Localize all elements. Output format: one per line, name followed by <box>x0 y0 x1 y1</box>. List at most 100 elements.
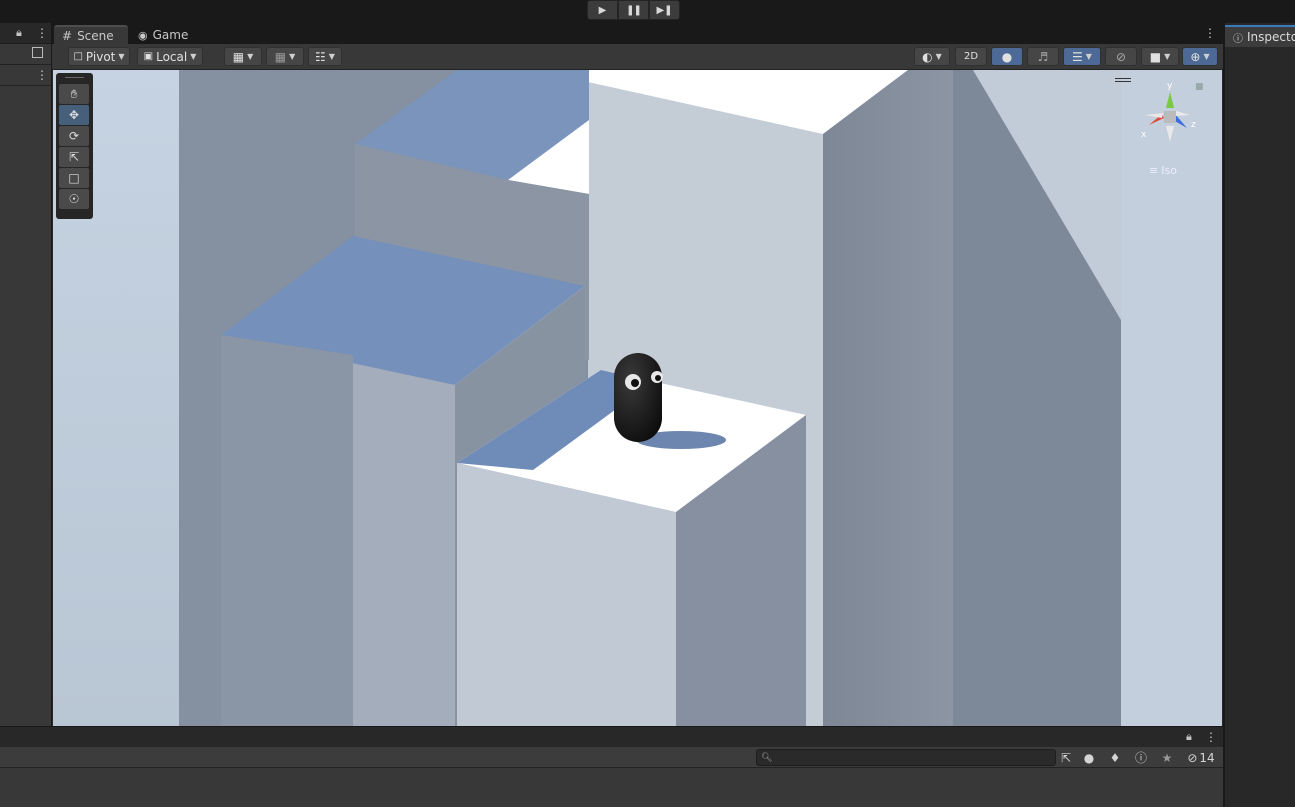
hand-icon: ✋︎ <box>70 86 78 101</box>
move-tool-button[interactable]: ✥ <box>59 105 89 125</box>
chevron-down-icon: ▼ <box>1164 52 1171 61</box>
speaker-icon: ♬ <box>1037 49 1049 64</box>
tab-scene-label: Scene <box>77 29 114 43</box>
character-body <box>614 353 662 442</box>
chevron-down-icon: ▼ <box>1085 52 1092 61</box>
sphere-icon: ◐ <box>922 49 933 64</box>
orientation-gizmo[interactable]: y z x ■ ≡ Iso <box>1135 80 1205 180</box>
pivot-label: Pivot <box>85 49 116 64</box>
step-icon: ▶❚ <box>656 4 673 16</box>
pivot-icon: □ <box>73 51 83 62</box>
camera-icon: ■ <box>1149 49 1162 64</box>
chevron-down-icon: ▼ <box>935 52 942 61</box>
z-axis-label: z <box>1191 120 1196 130</box>
transform-tool-button[interactable]: ☉ <box>59 189 89 209</box>
shading-mode-dropdown[interactable]: ◐ ▼ <box>914 47 950 66</box>
chevron-down-icon: ▼ <box>289 52 296 61</box>
filter-by-type-icon[interactable]: ● <box>1080 749 1098 766</box>
grid-snap-icon: ▦ <box>232 49 245 64</box>
scene-tab-bar: # Scene ◉ Game ⋮ <box>52 23 1223 45</box>
scene-panel: # Scene ◉ Game ⋮ □ Pivot ▼ ▣ Local ▼ ▦ ▼… <box>52 23 1223 726</box>
ruler-icon: ☷ <box>315 49 326 64</box>
warning-filter-icon[interactable]: ⓘ <box>1132 749 1150 766</box>
search-input[interactable]: 🔍︎ <box>756 749 1056 766</box>
lock-icon[interactable]: 🔒︎ <box>16 26 22 40</box>
local-dropdown[interactable]: ▣ Local ▼ <box>137 47 203 66</box>
scene-toolbar: □ Pivot ▼ ▣ Local ▼ ▦ ▼ ▦ ▼ ☷ ▼ ◐ ▼ 2D ●… <box>52 44 1223 70</box>
mode-2d-toggle[interactable]: 2D <box>955 47 987 66</box>
move-icon: ✥ <box>68 108 80 122</box>
hierarchy-row: ⋮ <box>0 65 51 86</box>
hidden-items-toggle[interactable]: ⊘ 14 <box>1183 749 1219 766</box>
step-button[interactable]: ▶❚ <box>649 0 680 20</box>
kebab-menu-icon[interactable]: ⋮ <box>1205 730 1217 744</box>
lock-icon[interactable]: 🔒︎ <box>1186 730 1192 744</box>
play-controls: ▶ ❚❚ ▶❚ <box>587 0 680 20</box>
hand-tool-button[interactable]: ✋︎ <box>59 84 89 104</box>
scene-visibility-toggle[interactable]: ⊘ <box>1105 47 1137 66</box>
scale-icon: ⇱ <box>68 150 80 164</box>
inspector-panel: ⓘ Inspecto <box>1223 23 1295 807</box>
gamepad-icon: ◉ <box>138 28 148 42</box>
rect-tool-button[interactable]: □ <box>59 168 89 188</box>
menu-icon: ≡ <box>1149 164 1159 177</box>
audio-toggle[interactable]: ♬ <box>1027 47 1059 66</box>
favorite-icon[interactable]: ★ <box>1158 749 1176 766</box>
kebab-menu-icon[interactable]: ⋮ <box>36 26 48 40</box>
cube-icon: ▣ <box>143 51 154 62</box>
tab-game-label: Game <box>152 28 189 42</box>
search-options-icon[interactable]: ⇱ <box>1058 749 1074 766</box>
rotate-icon: ⟳ <box>68 129 80 143</box>
scale-tool-button[interactable]: ⇱ <box>59 147 89 167</box>
tab-scene[interactable]: # Scene <box>54 25 128 45</box>
eye-hidden-icon: ⊘ <box>1115 49 1127 64</box>
kebab-menu-icon[interactable]: ⋮ <box>36 68 48 82</box>
lock-icon[interactable]: ■ <box>1195 82 1204 92</box>
eye-hidden-icon: ⊘ <box>1187 750 1198 765</box>
scene-viewport[interactable]: ✋︎ ✥ ⟳ ⇱ □ ☉ y z x ■ ≡ Iso <box>53 70 1222 726</box>
chevron-down-icon: ▼ <box>247 52 254 61</box>
grid-snap-dropdown[interactable]: ▦ ▼ <box>224 47 262 66</box>
pause-icon: ❚❚ <box>626 4 642 16</box>
effects-dropdown[interactable]: ☰ ▼ <box>1063 47 1101 66</box>
search-icon: 🔍︎ <box>761 752 773 763</box>
chevron-down-icon: ▼ <box>118 52 125 61</box>
pivot-dropdown[interactable]: □ Pivot ▼ <box>68 47 130 66</box>
overlay-menu-handle[interactable] <box>1115 78 1131 82</box>
chevron-down-icon: ▼ <box>1203 52 1210 61</box>
label-filter-icon[interactable]: ♦ <box>1106 749 1124 766</box>
inspector-tab-label: Inspecto <box>1247 30 1295 44</box>
gizmos-dropdown[interactable]: ⊕ ▼ <box>1182 47 1218 66</box>
chevron-down-icon: ▼ <box>328 52 335 61</box>
play-button[interactable]: ▶ <box>587 0 618 20</box>
rect-icon: □ <box>68 171 80 185</box>
hidden-count: 14 <box>1199 750 1215 765</box>
chevron-down-icon: ▼ <box>190 52 197 61</box>
pause-button[interactable]: ❚❚ <box>618 0 649 20</box>
x-axis-label: x <box>1141 130 1147 140</box>
grid-visibility-dropdown[interactable]: ▦ ▼ <box>266 47 304 66</box>
grid-visibility-icon: ▦ <box>274 49 287 64</box>
mode-2d-label: 2D <box>963 51 979 62</box>
tool-palette: ✋︎ ✥ ⟳ ⇱ □ ☉ <box>56 73 93 219</box>
play-icon: ▶ <box>598 4 607 16</box>
projection-toggle[interactable]: ≡ Iso <box>1149 164 1177 177</box>
projection-label: Iso <box>1161 164 1177 177</box>
tab-inspector[interactable]: ⓘ Inspecto <box>1225 25 1295 47</box>
lighting-toggle[interactable]: ● <box>991 47 1023 66</box>
camera-dropdown[interactable]: ■ ▼ <box>1141 47 1179 66</box>
increment-snap-dropdown[interactable]: ☷ ▼ <box>308 47 342 66</box>
drag-handle[interactable] <box>65 77 84 82</box>
rotate-tool-button[interactable]: ⟳ <box>59 126 89 146</box>
kebab-menu-icon[interactable]: ⋮ <box>1204 26 1216 40</box>
transform-icon: ☉ <box>68 192 80 206</box>
lightbulb-icon: ● <box>1001 49 1013 64</box>
maximize-icon[interactable] <box>32 47 43 58</box>
local-label: Local <box>156 49 188 64</box>
tab-game[interactable]: ◉ Game <box>130 25 200 45</box>
grid-icon: # <box>62 29 73 43</box>
console-toolbar: 🔍︎ ⇱ ● ♦ ⓘ ★ ⊘ 14 <box>0 747 1223 768</box>
info-icon: ⓘ <box>1233 33 1243 45</box>
hierarchy-panel: 🔒︎ ⋮ ⋮ <box>0 23 52 726</box>
globe-icon: ⊕ <box>1190 49 1201 64</box>
